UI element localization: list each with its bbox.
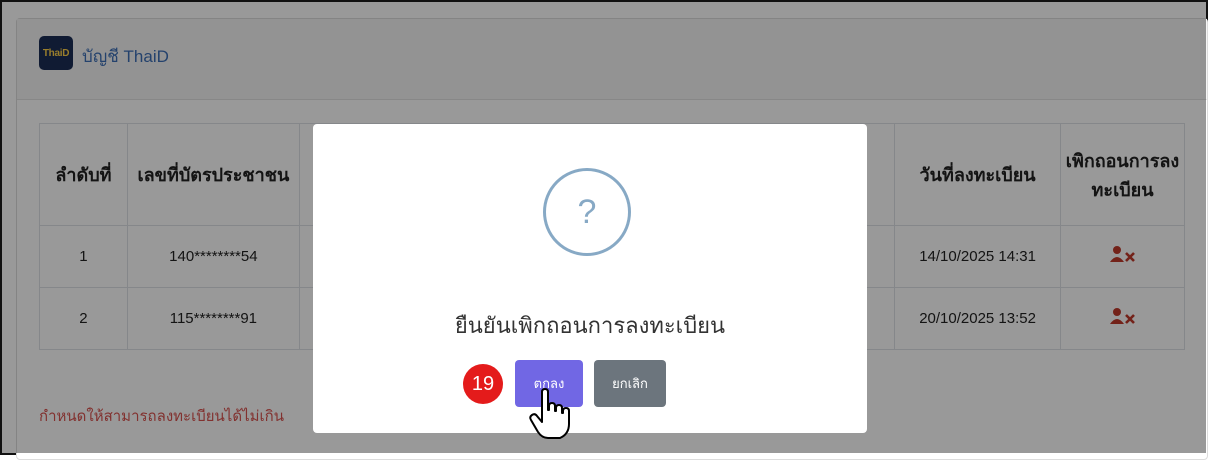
question-icon: ? [543, 168, 631, 256]
step-number-badge: 19 [463, 364, 503, 404]
dialog-message: ยืนยันเพิกถอนการลงทะเบียน [454, 313, 726, 338]
hand-pointer-icon [529, 388, 570, 439]
cancel-button[interactable]: ยกเลิก [594, 360, 666, 407]
confirm-dialog: ? ยืนยันเพิกถอนการลงทะเบียน ตกลง ยกเลิก [313, 124, 867, 433]
